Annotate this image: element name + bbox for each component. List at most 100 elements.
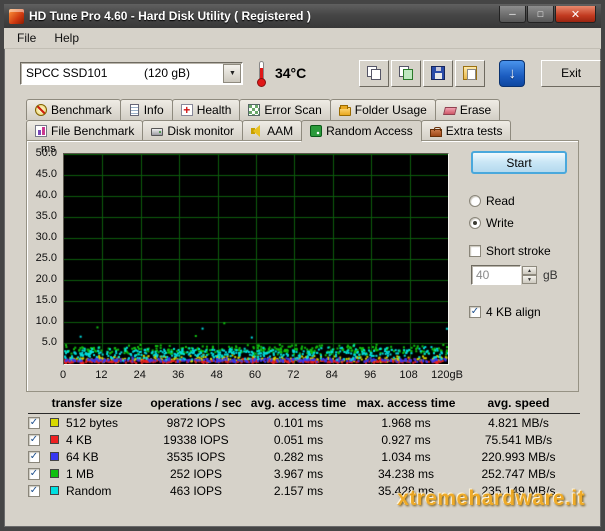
y-tick-label: 25.0 — [36, 252, 57, 264]
column-header-operations-sec: operations / sec — [146, 396, 246, 410]
tab-label: File Benchmark — [51, 124, 134, 138]
row-checkbox[interactable]: ✓ — [28, 451, 40, 463]
maximize-button[interactable]: □ — [527, 6, 554, 23]
update-check-button[interactable]: ↓ — [499, 60, 525, 87]
table-row-512-bytes: ✓512 bytes9872 IOPS0.101 ms1.968 ms4.821… — [28, 414, 580, 431]
avg-access-time: 3.967 ms — [246, 467, 351, 481]
tab-erase[interactable]: Erase — [435, 99, 500, 120]
exit-button[interactable]: Exit — [541, 60, 601, 87]
avg-speed: 220.993 MB/s — [461, 450, 576, 464]
app-window: HD Tune Pro 4.60 - Hard Disk Utility ( R… — [0, 0, 605, 531]
align-label: 4 KB align — [486, 305, 541, 319]
tab-label: AAM — [267, 124, 293, 138]
tab-disk-monitor[interactable]: Disk monitor — [142, 120, 243, 141]
exit-label: Exit — [561, 66, 581, 80]
temperature-readout: 34°C — [275, 65, 321, 81]
scan-icon — [248, 104, 260, 116]
table-row-1-mb: ✓1 MB252 IOPS3.967 ms34.238 ms252.747 MB… — [28, 465, 580, 482]
menu-file[interactable]: File — [8, 29, 45, 47]
start-button[interactable]: Start — [471, 151, 567, 174]
folder-icon — [339, 107, 351, 116]
report-button[interactable] — [455, 60, 485, 87]
close-button[interactable]: ✕ — [555, 6, 596, 23]
column-header-max-access-time: max. access time — [351, 396, 461, 410]
tab-label: Erase — [460, 103, 491, 117]
column-header-avg-speed: avg. speed — [461, 396, 576, 410]
short-stroke-checkbox[interactable] — [469, 245, 481, 257]
tab-label: Disk monitor — [167, 124, 234, 138]
minimize-button[interactable]: ─ — [499, 6, 526, 23]
tab-label: Error Scan — [264, 103, 321, 117]
filebench-icon — [35, 125, 47, 137]
write-label: Write — [486, 216, 514, 230]
x-tick-label: 0 — [60, 369, 66, 381]
tab-label: Folder Usage — [355, 103, 427, 117]
copy-text-button[interactable] — [391, 60, 421, 87]
tab-label: Extra tests — [446, 124, 503, 138]
menu-help[interactable]: Help — [45, 29, 88, 47]
title-bar: HD Tune Pro 4.60 - Hard Disk Utility ( R… — [4, 4, 601, 28]
row-checkbox[interactable]: ✓ — [28, 417, 40, 429]
read-option[interactable]: Read — [469, 194, 573, 208]
max-access-time: 0.927 ms — [351, 433, 461, 447]
column-header-avg-access-time: avg. access time — [246, 396, 351, 410]
page-icon — [130, 104, 139, 116]
row-checkbox[interactable]: ✓ — [28, 485, 40, 497]
align-checkbox[interactable]: ✓ — [469, 306, 481, 318]
tab-label: Info — [144, 103, 164, 117]
tab-benchmark[interactable]: Benchmark — [26, 99, 121, 120]
toolbar-button-group — [357, 60, 485, 87]
tab-file-benchmark[interactable]: File Benchmark — [26, 120, 143, 141]
tab-folder-usage[interactable]: Folder Usage — [330, 99, 436, 120]
x-tick-label: 48 — [210, 369, 222, 381]
transfer-size-label: 512 bytes — [66, 416, 146, 430]
x-tick-label: 72 — [287, 369, 299, 381]
operations-per-sec: 19338 IOPS — [146, 433, 246, 447]
tab-health[interactable]: Health — [172, 99, 241, 120]
tab-aam[interactable]: AAM — [242, 120, 302, 141]
align-option[interactable]: ✓ 4 KB align — [469, 305, 573, 319]
tab-info[interactable]: Info — [120, 99, 173, 120]
short-stroke-option[interactable]: Short stroke — [469, 244, 573, 258]
row-checkbox[interactable]: ✓ — [28, 434, 40, 446]
read-radio[interactable] — [469, 195, 481, 207]
x-axis: 01224364860728496108120gB — [63, 369, 449, 383]
write-radio[interactable] — [469, 217, 481, 229]
spin-up-icon[interactable]: ▲ — [522, 266, 537, 275]
write-option[interactable]: Write — [469, 216, 573, 230]
window-controls: ─ □ ✕ — [499, 4, 596, 23]
app-icon — [9, 9, 24, 24]
access-time-chart — [63, 153, 449, 365]
copy-pages-icon — [367, 66, 382, 80]
copy-screenshot-button[interactable] — [359, 60, 389, 87]
save-screenshot-button[interactable] — [423, 60, 453, 87]
x-tick-label: 60 — [249, 369, 261, 381]
table-row-64-kb: ✓64 KB3535 IOPS0.282 ms1.034 ms220.993 M… — [28, 448, 580, 465]
x-tick-label: 96 — [364, 369, 376, 381]
x-tick-label: 120gB — [431, 369, 463, 381]
tab-label: Benchmark — [51, 103, 112, 117]
y-tick-label: 40.0 — [36, 189, 57, 201]
column-header-transfer-size: transfer size — [28, 396, 146, 410]
tab-extra-tests[interactable]: Extra tests — [421, 120, 512, 141]
floppy-save-icon — [431, 66, 445, 80]
tab-error-scan[interactable]: Error Scan — [239, 99, 330, 120]
stroke-size-input[interactable]: 40 — [471, 265, 521, 285]
series-color-swatch — [50, 435, 59, 444]
y-tick-label: 45.0 — [36, 168, 57, 180]
results-table-header: transfer sizeoperations / secavg. access… — [28, 396, 580, 414]
chevron-down-icon[interactable]: ▼ — [223, 64, 241, 83]
menu-bar: FileHelp — [4, 28, 601, 49]
drive-select[interactable]: SPCC SSD101 (120 gB) ▼ — [20, 62, 243, 85]
tab-row-2: File Benchmark Disk monitor AAM Random Acce… — [26, 120, 579, 141]
operations-per-sec: 9872 IOPS — [146, 416, 246, 430]
transfer-size-label: 4 KB — [66, 433, 146, 447]
download-arrow-icon: ↓ — [508, 65, 516, 82]
y-tick-label: 20.0 — [36, 273, 57, 285]
row-checkbox[interactable]: ✓ — [28, 468, 40, 480]
short-stroke-label: Short stroke — [486, 244, 551, 258]
series-color-swatch — [50, 469, 59, 478]
tab-random-access[interactable]: Random Access — [301, 120, 422, 141]
spin-down-icon[interactable]: ▼ — [522, 275, 537, 284]
stroke-size-stepper: ▲ ▼ — [522, 266, 537, 284]
